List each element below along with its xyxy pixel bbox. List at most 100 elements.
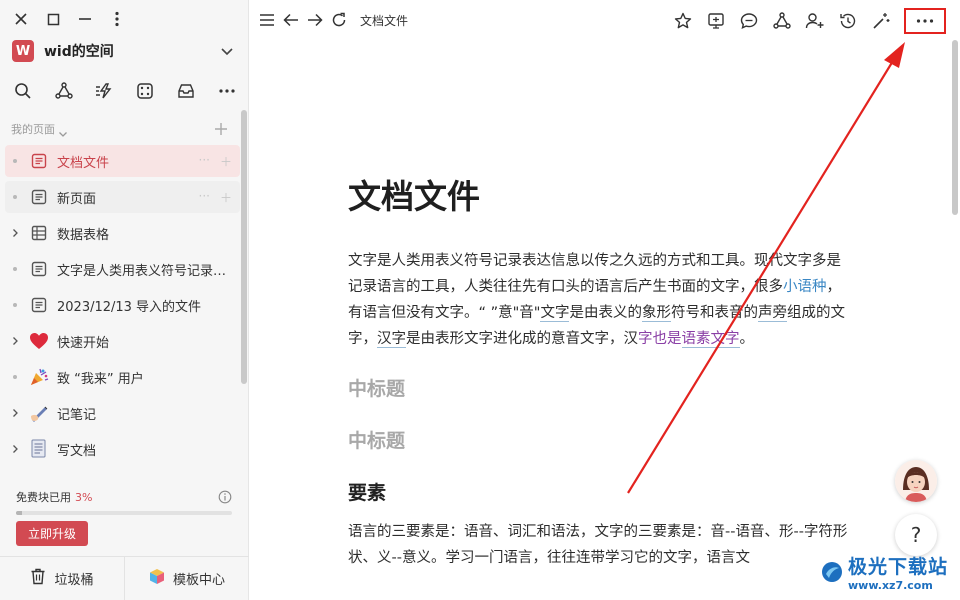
template-center-button[interactable]: 模板中心: [124, 557, 249, 600]
underlined-text: 声旁: [757, 305, 787, 322]
section-label: 我的页面: [11, 123, 55, 136]
colored-text: 字也是: [638, 331, 682, 347]
add-icon[interactable]: ＋: [220, 189, 232, 206]
text-run: 是由表形文字进化成的意音文字，汉: [406, 331, 638, 347]
watermark-url: www.xz7.com: [848, 578, 933, 592]
template-center-label: 模板中心: [172, 573, 225, 588]
doc-icon: [28, 186, 50, 208]
paragraph[interactable]: 文字是人类用表义符号记录表达信息以传之久远的方式和工具。现代文字多是记录语言的工…: [348, 248, 845, 352]
watermark-text: 极光下载站: [848, 555, 949, 578]
dot-icon: [13, 267, 17, 271]
magic-wand-icon[interactable]: [871, 10, 891, 32]
document-body: 文档文件 文字是人类用表义符号记录表达信息以传之久远的方式和工具。现代文字多是记…: [348, 170, 848, 571]
trash-button[interactable]: 垃圾桶: [0, 557, 124, 600]
sidebar-item-write-doc[interactable]: 写文档: [5, 433, 240, 465]
sidebar-item-text-doc[interactable]: 文字是人类用表义符号记录…: [5, 253, 240, 285]
sidebar-item-label: 致 “我来” 用户: [57, 371, 144, 387]
paragraph[interactable]: 语言的三要素是：语音、词汇和语法，文字的三要素是：音--语音、形--字符形状、义…: [348, 519, 848, 571]
row-actions: ··· ＋: [199, 189, 232, 206]
chevron-right-icon[interactable]: [5, 397, 25, 429]
close-icon[interactable]: [12, 10, 30, 28]
maximize-icon[interactable]: [44, 10, 62, 28]
sidebar-item-imported-file[interactable]: 2023/12/13 导入的文件: [5, 289, 240, 321]
sidebar-item-document[interactable]: 文档文件 ··· ＋: [5, 145, 240, 177]
star-icon[interactable]: [673, 10, 693, 32]
heading-2[interactable]: 中标题: [348, 363, 848, 415]
text-run: 。: [739, 331, 755, 347]
sidebar-item-label: 文档文件: [57, 155, 110, 171]
sidebar-item-label: 写文档: [57, 443, 97, 459]
bullet-dot: [5, 289, 25, 321]
bullet-dot: [5, 253, 25, 285]
space-avatar: W: [12, 40, 34, 62]
bullet-dot: [5, 361, 25, 393]
minimize-icon[interactable]: [76, 10, 94, 28]
block-quota: 免费块已用 3%: [16, 489, 232, 515]
doc-icon: [28, 150, 50, 172]
lightning-list-icon[interactable]: [94, 80, 116, 102]
page-tree: 文档文件 ··· ＋ 新页面 ··· ＋ 数据表格 文字是人类用表义符号记录… …: [5, 145, 240, 469]
search-icon[interactable]: [12, 80, 34, 102]
add-page-icon[interactable]: [211, 119, 231, 139]
sidebar-item-quick-start[interactable]: 快速开始: [5, 325, 240, 357]
sidebar-item-notes[interactable]: 记笔记: [5, 397, 240, 429]
main-scrollbar[interactable]: [952, 40, 958, 215]
heart-icon: [28, 330, 50, 352]
inbox-icon[interactable]: [175, 80, 197, 102]
more-icon[interactable]: [216, 80, 238, 102]
dot-icon: [13, 195, 17, 199]
kebab-menu-icon[interactable]: [108, 10, 126, 28]
add-icon[interactable]: ＋: [220, 153, 232, 170]
chevron-right-icon[interactable]: [5, 325, 25, 357]
dice-icon[interactable]: [134, 80, 156, 102]
quota-label: 免费块已用: [16, 491, 71, 504]
more-icon[interactable]: ···: [199, 189, 210, 206]
dot-icon: [13, 375, 17, 379]
more-icon[interactable]: [904, 8, 946, 34]
comment-icon[interactable]: [739, 10, 759, 32]
sidebar-item-label: 新页面: [57, 191, 97, 207]
page-title[interactable]: 文档文件: [348, 170, 848, 224]
my-pages-header[interactable]: 我的页面: [11, 118, 235, 140]
dot-icon: [13, 303, 17, 307]
app-window: W wid的空间 我的页面 文档文件 ··· ＋ 新页面 ··· ＋ 数据表格 …: [0, 0, 960, 600]
back-arrow-icon[interactable]: [282, 10, 300, 30]
info-icon[interactable]: [218, 490, 232, 504]
sidebar-item-new-page[interactable]: 新页面 ··· ＋: [5, 181, 240, 213]
top-toolbar: 文档文件: [249, 0, 960, 40]
document-icon: [28, 438, 50, 460]
text-run: 符号和表音的: [670, 305, 758, 321]
history-icon[interactable]: [838, 10, 858, 32]
writing-hand-icon: [28, 402, 50, 424]
main-area: 文档文件 文档文件 文字是人类用表义符号记录表达信息以传之久远的方式和工具。现代…: [249, 0, 960, 600]
space-switcher[interactable]: W wid的空间: [12, 38, 236, 64]
sidebar-scrollbar[interactable]: [241, 110, 247, 384]
more-icon[interactable]: ···: [199, 153, 210, 170]
window-controls: [12, 8, 126, 30]
forward-arrow-icon[interactable]: [306, 10, 324, 30]
sidebar-footer: 垃圾桶 模板中心: [0, 556, 249, 600]
refresh-icon[interactable]: [330, 10, 348, 30]
nav-controls: 文档文件: [258, 10, 408, 30]
breadcrumb[interactable]: 文档文件: [360, 12, 408, 29]
present-icon[interactable]: [706, 10, 726, 32]
bullet-dot: [5, 145, 25, 177]
doc-icon: [28, 258, 50, 280]
chevron-right-icon[interactable]: [5, 217, 25, 249]
heading-2[interactable]: 中标题: [348, 415, 848, 467]
assistant-avatar[interactable]: [895, 460, 937, 502]
add-user-icon[interactable]: [805, 10, 825, 32]
chevron-right-icon[interactable]: [5, 433, 25, 465]
graph-icon[interactable]: [53, 80, 75, 102]
underlined-text: 象形: [641, 305, 671, 322]
link[interactable]: 小语种: [783, 279, 827, 295]
sidebar-item-label: 记笔记: [57, 407, 97, 423]
menu-icon[interactable]: [258, 10, 276, 30]
colored-text: 语素文字: [681, 331, 740, 348]
heading-3[interactable]: 要素: [348, 467, 848, 519]
graph-icon[interactable]: [772, 10, 792, 32]
sidebar-item-welcome[interactable]: 致 “我来” 用户: [5, 361, 240, 393]
upgrade-button[interactable]: 立即升级: [16, 521, 88, 546]
space-name: wid的空间: [44, 44, 114, 60]
sidebar-item-data-table[interactable]: 数据表格: [5, 217, 240, 249]
